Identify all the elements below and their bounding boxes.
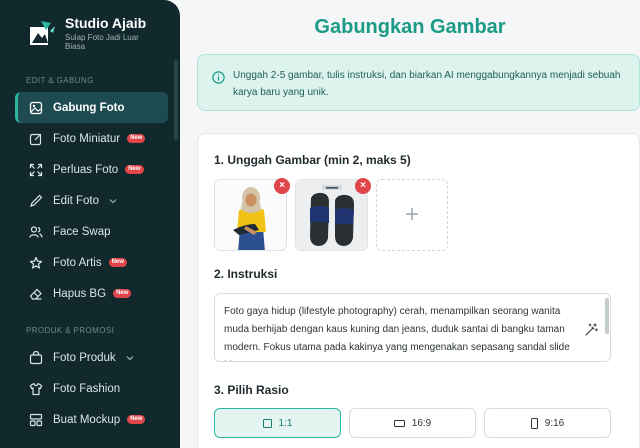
sidebar-item-foto-fashion[interactable]: Foto Fashion [15, 373, 168, 404]
brand-subtitle: Sulap Foto Jadi Luar Biasa [65, 33, 139, 51]
sidebar-item-label: Buat Mockup [53, 413, 121, 426]
uploaded-image-thumb[interactable]: × [214, 178, 290, 251]
ratio-option-1-1[interactable]: 1:1 [214, 408, 341, 438]
shirt-icon [29, 382, 43, 396]
sidebar-item-face-swap[interactable]: Face Swap [15, 216, 168, 247]
sidebar: Studio Ajaib Sulap Foto Jadi Luar Biasa … [0, 0, 180, 448]
sidebar-item-label: Foto Artis [53, 256, 102, 269]
sidebar-item-gabung-foto[interactable]: Gabung Foto [15, 92, 168, 123]
brand-title: Studio Ajaib [65, 15, 147, 31]
remove-image-button[interactable]: × [274, 178, 290, 194]
new-badge: New [127, 415, 146, 424]
step-upload-label: 1. Unggah Gambar (min 2, maks 5) [214, 153, 411, 167]
logo-icon [30, 21, 55, 45]
new-badge: New [125, 165, 144, 174]
brand[interactable]: Studio Ajaib Sulap Foto Jadi Luar Biasa [0, 0, 180, 56]
textarea-scrollbar[interactable] [605, 298, 609, 334]
new-badge: New [113, 289, 132, 298]
merge-form-card: 1. Unggah Gambar (min 2, maks 5) × × + 2… [197, 133, 640, 448]
ratio-label: 1:1 [278, 417, 293, 429]
info-banner: Unggah 2-5 gambar, tulis instruksi, dan … [197, 54, 640, 111]
sidebar-item-buat-mockup[interactable]: Buat Mockup New [15, 404, 168, 435]
add-image-button[interactable]: + [376, 179, 448, 251]
sidebar-item-label: Perluas Foto [53, 163, 119, 176]
step-ratio-label: 3. Pilih Rasio [214, 383, 289, 397]
sidebar-item-perluas-foto[interactable]: Perluas Foto New [15, 154, 168, 185]
sidebar-item-hapus-bg[interactable]: Hapus BG New [15, 278, 168, 309]
ratio-label: 9:16 [544, 417, 565, 429]
sidebar-item-foto-miniatur[interactable]: Foto Miniatur New [15, 123, 168, 154]
sidebar-item-label: Foto Produk [53, 351, 116, 364]
section-label-edit: EDIT & GABUNG [26, 76, 94, 85]
section-label-produk: PRODUK & PROMOSI [26, 326, 115, 335]
image-icon [29, 101, 43, 115]
page-title: Gabungkan Gambar [314, 16, 506, 38]
instruction-textarea[interactable]: Foto gaya hidup (lifestyle photography) … [214, 293, 611, 362]
pencil-icon [29, 194, 43, 208]
bag-icon [29, 350, 43, 365]
ratio-option-16-9[interactable]: 16:9 [349, 408, 476, 438]
square-icon [262, 418, 272, 428]
sidebar-item-foto-artis[interactable]: Foto Artis New [15, 247, 168, 278]
sidebar-item-label: Gabung Foto [53, 101, 125, 114]
step-instruction-label: 2. Instruksi [214, 267, 278, 281]
ratio-option-9-16[interactable]: 9:16 [484, 408, 611, 438]
star-icon [29, 256, 43, 270]
instruction-text: Foto gaya hidup (lifestyle photography) … [224, 306, 570, 361]
sidebar-item-foto-produk[interactable]: Foto Produk [15, 342, 168, 373]
landscape-icon [393, 419, 405, 427]
new-badge: New [108, 258, 127, 267]
sidebar-item-label: Hapus BG [53, 287, 107, 300]
uploaded-image-thumb[interactable]: × [295, 178, 371, 251]
eraser-icon [29, 287, 43, 301]
sidebar-item-label: Foto Miniatur [53, 132, 121, 145]
sidebar-scrollbar[interactable] [174, 60, 178, 140]
plus-icon: + [404, 201, 419, 228]
sidebar-item-label: Edit Foto [53, 194, 100, 207]
edit-square-icon [29, 132, 43, 146]
ratio-label: 16:9 [411, 417, 432, 429]
magic-wand-icon[interactable] [584, 323, 598, 337]
portrait-icon [530, 417, 538, 429]
sidebar-item-edit-foto[interactable]: Edit Foto [15, 185, 168, 216]
remove-image-button[interactable]: × [355, 178, 371, 194]
info-icon [212, 71, 225, 84]
new-badge: New [127, 134, 146, 143]
sidebar-item-label: Face Swap [53, 225, 111, 238]
expand-icon [29, 163, 43, 177]
layout-icon [29, 413, 43, 427]
chevron-down-icon [109, 198, 117, 203]
main-content: Gabungkan Gambar Unggah 2-5 gambar, tuli… [180, 0, 640, 448]
info-text: Unggah 2-5 gambar, tulis instruksi, dan … [233, 70, 621, 98]
users-icon [29, 225, 43, 239]
chevron-down-icon [126, 355, 134, 360]
sidebar-item-label: Foto Fashion [53, 382, 121, 395]
